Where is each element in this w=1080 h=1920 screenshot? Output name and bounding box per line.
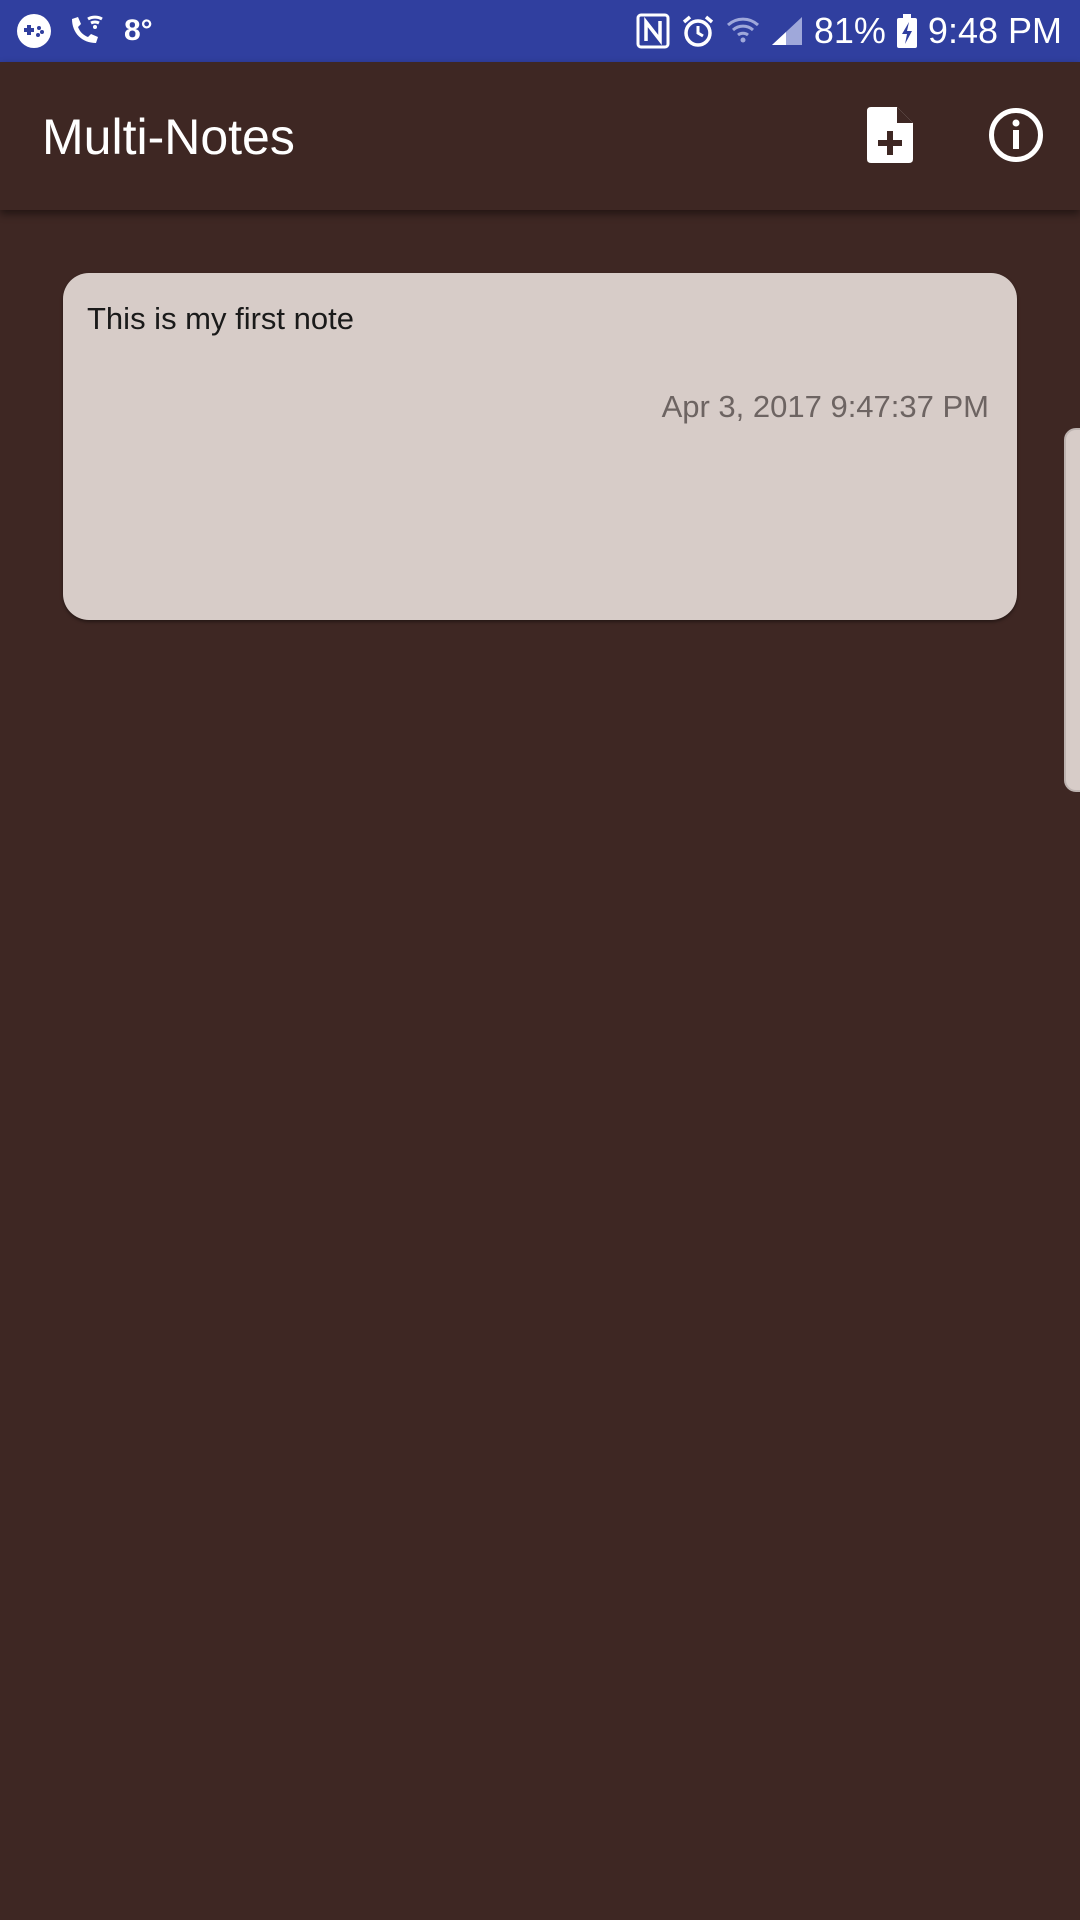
app-bar: Multi-Notes — [0, 62, 1080, 210]
info-button[interactable] — [981, 102, 1051, 172]
note-card[interactable]: This is my first note Apr 3, 2017 9:47:3… — [63, 273, 1017, 620]
status-right-group: 81% 9:48 PM — [636, 0, 1062, 62]
nfc-icon — [636, 13, 670, 49]
note-title: This is my first note — [87, 301, 354, 336]
info-icon — [988, 107, 1044, 168]
alarm-icon — [680, 13, 716, 49]
clock-text: 9:48 PM — [927, 10, 1062, 51]
note-date: Apr 3, 2017 9:47:37 PM — [661, 389, 989, 424]
game-controller-icon — [16, 13, 52, 49]
battery-percent-text: 81% — [813, 10, 886, 51]
app-title: Multi-Notes — [42, 109, 295, 165]
new-note-button[interactable] — [855, 102, 925, 172]
wifi-call-icon — [66, 13, 106, 49]
battery-charging-icon — [896, 13, 918, 49]
new-note-icon — [867, 106, 913, 168]
temperature-text: 8° — [124, 14, 153, 47]
status-left-group: 8° — [16, 0, 153, 62]
status-bar: 8° 81% 9:48 PM — [0, 0, 1080, 62]
edge-panel-handle[interactable] — [1064, 428, 1080, 792]
signal-icon — [770, 13, 804, 49]
wifi-icon — [726, 13, 760, 49]
